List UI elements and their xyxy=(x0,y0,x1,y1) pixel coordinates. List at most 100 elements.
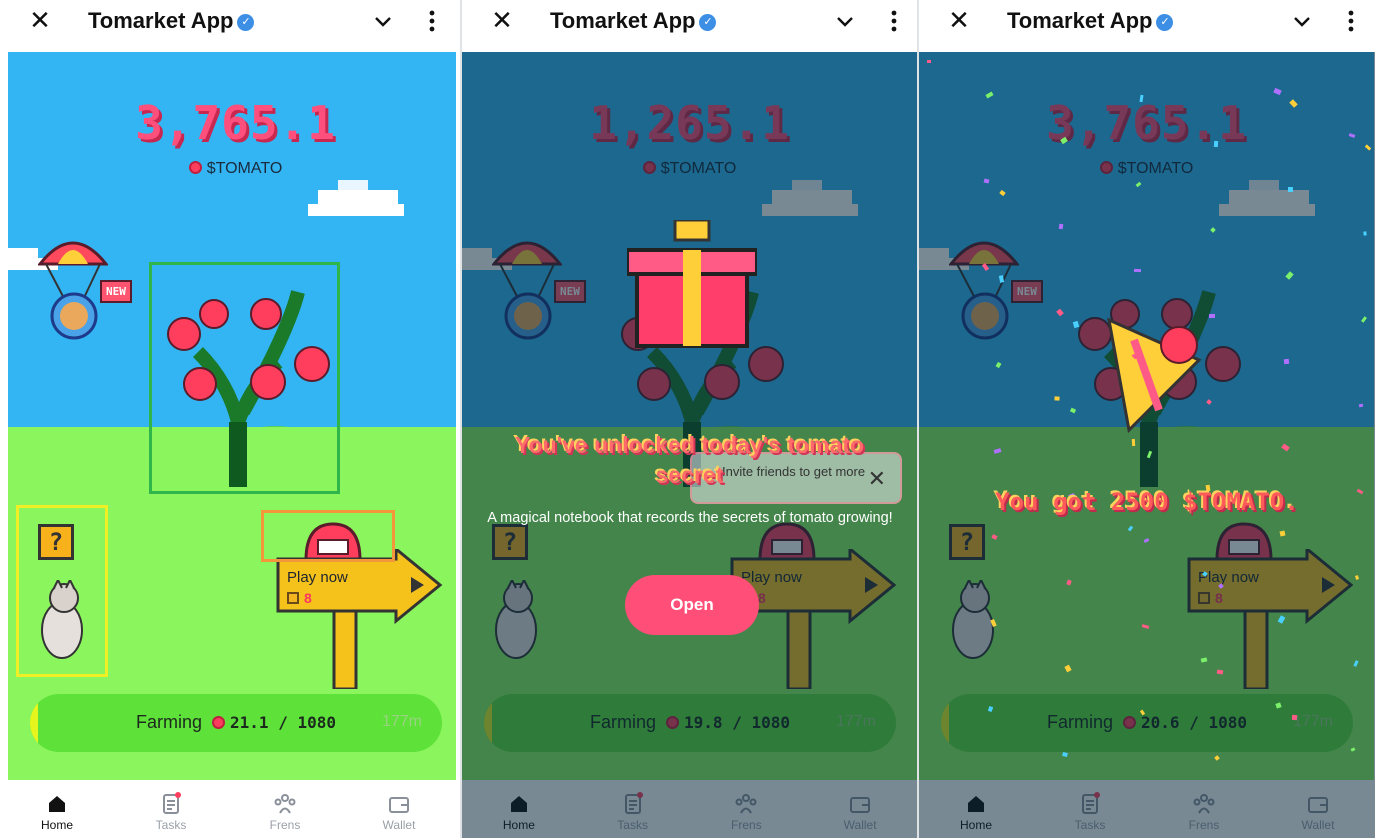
confetti-piece xyxy=(1062,751,1068,758)
bottom-nav: Home Tasks Frens Wallet xyxy=(462,780,917,838)
balance-amount: 3,765.1 xyxy=(135,96,336,150)
parachute-drop-icon[interactable] xyxy=(492,232,562,342)
balance-amount: 3,765.1 xyxy=(1046,96,1247,150)
ticket-icon xyxy=(287,592,299,604)
more-options-icon[interactable] xyxy=(1343,8,1359,34)
nav-label: Tasks xyxy=(617,818,648,832)
cat-character[interactable] xyxy=(484,580,544,665)
nav-label: Frens xyxy=(731,818,762,832)
parachute-drop-icon[interactable] xyxy=(38,232,108,342)
nav-label: Wallet xyxy=(1301,818,1335,832)
close-icon[interactable]: ✕ xyxy=(488,6,516,34)
app-title: Tomarket App ✓ xyxy=(550,8,717,34)
confetti-piece xyxy=(1133,268,1142,273)
confetti-piece xyxy=(1363,231,1367,236)
cloud-icon xyxy=(762,180,858,216)
app-title: Tomarket App ✓ xyxy=(1007,8,1174,34)
nav-label: Home xyxy=(959,818,992,832)
mystery-box-button[interactable]: ? xyxy=(492,524,528,560)
app-header: ✕ Tomarket App ✓ xyxy=(0,0,456,44)
new-badge: NEW xyxy=(554,280,586,303)
balance-amount: 1,265.1 xyxy=(589,96,790,150)
farming-time-remaining: 177m xyxy=(835,713,876,730)
verified-icon: ✓ xyxy=(237,13,255,31)
chevron-down-icon[interactable] xyxy=(834,10,856,32)
character-highlight-box xyxy=(261,510,395,562)
home-icon xyxy=(462,792,576,816)
nav-tasks[interactable]: Tasks xyxy=(576,780,690,838)
nav-label: Tasks xyxy=(155,818,187,832)
tree-highlight-box xyxy=(149,262,340,494)
app-header: ✕ Tomarket App ✓ xyxy=(462,0,917,44)
gift-box-icon[interactable] xyxy=(627,220,757,350)
farming-progress-bar[interactable]: Farming 20.6 / 1080 177m xyxy=(941,694,1353,752)
app-header: ✕ Tomarket App ✓ xyxy=(919,0,1375,44)
confetti-piece xyxy=(927,60,931,63)
ticket-count: 8 xyxy=(287,590,312,606)
home-icon xyxy=(919,792,1033,816)
screen-3: ✕ Tomarket App ✓ 3,765.1 $TOMATO NEW ? P… xyxy=(919,0,1375,838)
verified-icon: ✓ xyxy=(699,13,717,31)
app-title: Tomarket App ✓ xyxy=(88,8,255,34)
play-now-label[interactable]: Play now xyxy=(287,569,348,586)
mystery-box-button[interactable]: ? xyxy=(949,524,985,560)
nav-tasks[interactable]: Tasks xyxy=(1033,780,1147,838)
ticket-icon xyxy=(1198,592,1210,604)
screen-1: ✕ Tomarket App ✓ 3,765.1 $TOMATO NEW ? P… xyxy=(0,0,456,838)
nav-home[interactable]: Home xyxy=(0,780,114,838)
nav-label: Wallet xyxy=(843,818,877,832)
farming-time-remaining: 177m xyxy=(1292,713,1333,730)
open-button[interactable]: Open xyxy=(625,575,759,635)
bottom-nav: Home Tasks Frens Wallet xyxy=(919,780,1375,838)
chevron-down-icon[interactable] xyxy=(1291,10,1313,32)
nav-tasks[interactable]: Tasks xyxy=(114,780,228,838)
nav-wallet[interactable]: Wallet xyxy=(803,780,917,838)
close-icon[interactable]: ✕ xyxy=(26,6,54,34)
nav-label: Frens xyxy=(1188,818,1220,832)
confetti-piece xyxy=(1131,438,1136,447)
nav-wallet[interactable]: Wallet xyxy=(1261,780,1375,838)
tomato-icon xyxy=(1123,716,1137,729)
tomato-icon xyxy=(188,161,202,174)
play-now-label[interactable]: Play now xyxy=(1198,569,1259,586)
farming-label: Farming 21.1 / 1080 xyxy=(136,712,336,732)
confetti-piece xyxy=(1213,140,1219,148)
tasks-icon xyxy=(114,792,228,816)
nav-label: Tasks xyxy=(1074,818,1106,832)
confetti-piece xyxy=(1054,396,1060,401)
tomato-icon xyxy=(642,161,656,174)
token-label: $TOMATO xyxy=(919,160,1374,178)
confetti-piece xyxy=(1216,669,1224,675)
frens-icon xyxy=(1147,792,1261,816)
reward-message: You got 2500 $TOMATO. xyxy=(995,488,1299,516)
farming-label: Farming 19.8 / 1080 xyxy=(590,712,790,732)
game-scene: 3,765.1 $TOMATO NEW ? Play now 8 Farming… xyxy=(8,52,456,780)
more-options-icon[interactable] xyxy=(886,8,902,34)
nav-label: Home xyxy=(502,818,535,832)
nav-label: Frens xyxy=(269,818,301,832)
farming-progress-bar[interactable]: Farming 21.1 / 1080 177m xyxy=(30,694,442,752)
nav-frens[interactable]: Frens xyxy=(690,780,804,838)
more-options-icon[interactable] xyxy=(424,8,440,34)
close-icon[interactable]: ✕ xyxy=(945,6,973,34)
mystery-highlight-box xyxy=(16,505,108,677)
new-badge: NEW xyxy=(100,280,132,303)
screen-2: ✕ Tomarket App ✓ 1,265.1 $TOMATO NEW ? P… xyxy=(462,0,917,838)
ticket-count: 8 xyxy=(1198,590,1223,606)
nav-frens[interactable]: Frens xyxy=(228,780,342,838)
verified-icon: ✓ xyxy=(1156,13,1174,31)
chevron-down-icon[interactable] xyxy=(372,10,394,32)
parachute-drop-icon[interactable] xyxy=(949,232,1019,342)
farming-progress-bar[interactable]: Farming 19.8 / 1080 177m xyxy=(484,694,896,752)
new-badge: NEW xyxy=(1011,280,1043,303)
tomato-icon xyxy=(1099,161,1113,174)
unlock-description: A magical notebook that records the secr… xyxy=(487,510,893,526)
cloud-icon xyxy=(1219,180,1315,216)
nav-home[interactable]: Home xyxy=(462,780,576,838)
home-icon xyxy=(0,792,114,816)
nav-frens[interactable]: Frens xyxy=(1147,780,1261,838)
nav-wallet[interactable]: Wallet xyxy=(342,780,456,838)
confetti-piece xyxy=(1287,186,1294,193)
nav-home[interactable]: Home xyxy=(919,780,1033,838)
tasks-icon xyxy=(1033,792,1147,816)
